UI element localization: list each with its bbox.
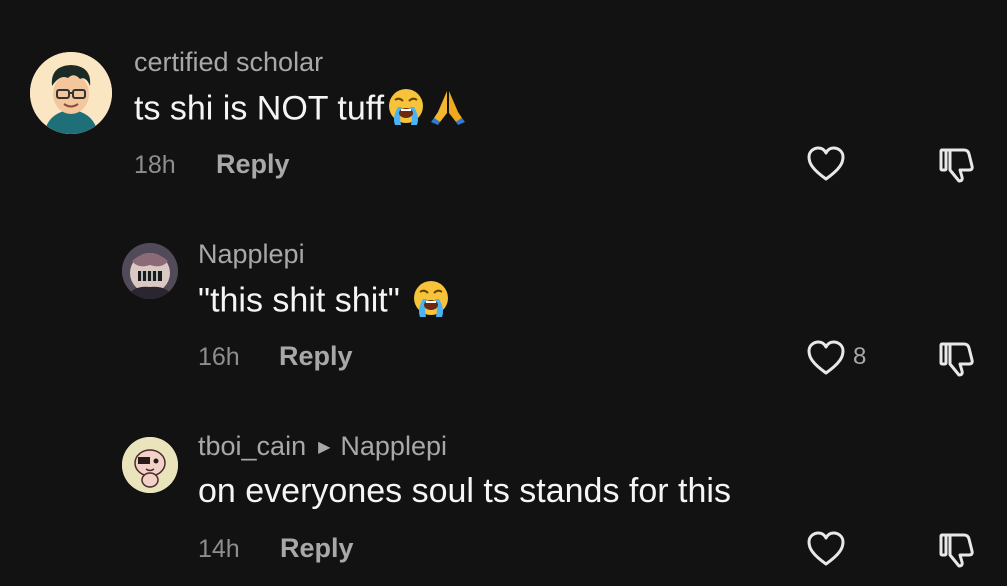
reply-to-username[interactable]: Napplepi (340, 431, 447, 461)
comment-timestamp: 14h (198, 535, 240, 563)
comment-item: tboi_cain ▶ Napplepi on everyones soul ts … (0, 395, 1007, 586)
like-heart-icon[interactable] (806, 530, 846, 573)
comment-timestamp: 18h (134, 151, 176, 179)
comment-timestamp: 16h (198, 343, 240, 371)
folded-hands-icon (428, 86, 468, 135)
user-avatar-icon (122, 243, 178, 299)
comment-text-content: on everyones soul ts stands for this (198, 472, 731, 510)
like-heart-icon[interactable] (806, 145, 846, 188)
comment-text: ts shi is NOT tuff (134, 86, 468, 135)
reply-button[interactable]: Reply (280, 532, 354, 564)
dislike-thumbs-down-icon[interactable] (938, 529, 978, 574)
user-avatar-icon (30, 52, 112, 134)
loudly-crying-face-icon (411, 278, 451, 327)
dislike-thumbs-down-icon[interactable] (938, 338, 978, 383)
comment-username-line: tboi_cain ▶ Napplepi (198, 430, 447, 467)
comment-username[interactable]: certified scholar (134, 46, 323, 78)
comment-text: "this shit shit" (198, 278, 451, 327)
comment-username[interactable]: tboi_cain (198, 431, 306, 461)
avatar[interactable] (122, 437, 178, 493)
avatar[interactable] (30, 52, 112, 134)
loudly-crying-face-icon (386, 86, 426, 135)
comment-item: certified scholar ts shi is NOT tuff 18h… (0, 0, 1007, 200)
avatar[interactable] (122, 243, 178, 299)
comment-username[interactable]: Napplepi (198, 238, 305, 270)
comment-text: on everyones soul ts stands for this (198, 471, 731, 511)
comment-text-content: "this shit shit" (198, 281, 400, 320)
reply-button[interactable]: Reply (216, 148, 290, 180)
comment-item: Napplepi "this shit shit" 16h Reply 8 (0, 200, 1007, 395)
dislike-thumbs-down-icon[interactable] (938, 144, 978, 189)
user-avatar-icon (122, 437, 178, 493)
like-count: 8 (853, 343, 867, 370)
like-heart-icon[interactable] (806, 339, 846, 382)
reply-button[interactable]: Reply (279, 340, 353, 372)
comment-text-content: ts shi is NOT tuff (134, 89, 385, 128)
reply-arrow-icon: ▶ (318, 439, 331, 456)
